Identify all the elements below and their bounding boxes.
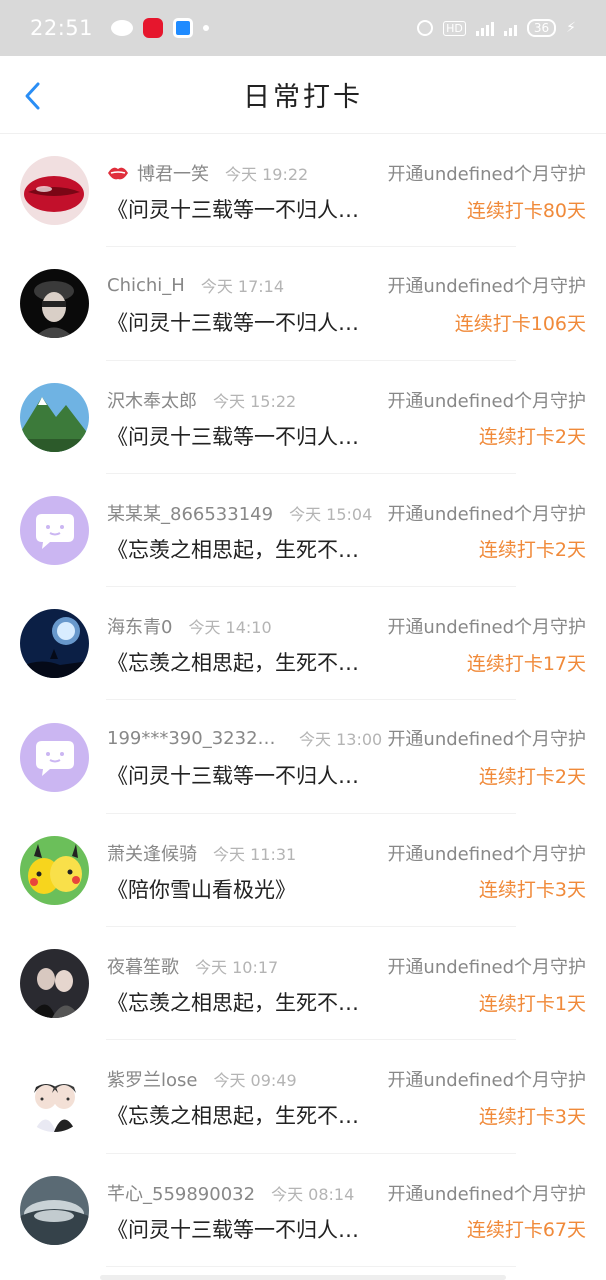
- list-item[interactable]: 沢木奉太郎 今天 15:22 开通undefined个月守护 《问灵十三载等一不…: [0, 361, 606, 475]
- streak-label: 连续打卡80天: [466, 199, 586, 222]
- checkin-list: 博君一笑 今天 19:22 开通undefined个月守护 《问灵十三载等一不归…: [0, 134, 606, 1268]
- streak-label: 连续打卡67天: [466, 1219, 586, 1242]
- book-title[interactable]: 《问灵十三载等一不归人…: [107, 194, 359, 224]
- default-avatar-icon: [20, 496, 89, 566]
- book-title[interactable]: 《忘羡之相思起，生死不…: [107, 534, 359, 564]
- guard-label: 开通undefined个月守护: [387, 725, 586, 752]
- list-item[interactable]: 博君一笑 今天 19:22 开通undefined个月守护 《问灵十三载等一不归…: [0, 134, 606, 248]
- guard-label: 开通undefined个月守护: [387, 386, 586, 413]
- streak-label: 连续打卡2天: [478, 765, 586, 788]
- checkin-time: 今天 11:31: [213, 844, 297, 864]
- book-title[interactable]: 《问灵十三载等一不归人…: [107, 421, 359, 451]
- book-title[interactable]: 《问灵十三载等一不归人…: [107, 307, 359, 337]
- more-dot-icon: [203, 25, 210, 31]
- guard-label: 开通undefined个月守护: [387, 499, 586, 526]
- avatar[interactable]: [20, 496, 89, 566]
- guard-label: 开通undefined个月守护: [387, 1179, 586, 1206]
- checkin-time: 今天 15:04: [289, 504, 373, 524]
- user-name[interactable]: 萧关逢候骑: [107, 840, 197, 866]
- guard-label: 开通undefined个月守护: [387, 160, 586, 186]
- user-name[interactable]: 沢木奉太郎: [107, 387, 197, 413]
- checkin-time: 今天 17:14: [200, 277, 285, 297]
- user-name[interactable]: 199***390_32329…: [107, 728, 283, 749]
- notification-icons: [111, 18, 210, 38]
- streak-label: 连续打卡3天: [478, 1105, 586, 1128]
- book-title[interactable]: 《忘羡之相思起，生死不…: [107, 987, 359, 1017]
- user-name[interactable]: Chichi_H: [107, 275, 185, 296]
- checkin-time: 今天 14:10: [188, 618, 272, 638]
- list-item[interactable]: Chichi_H 今天 17:14 开通undefined个月守护 《问灵十三载…: [0, 247, 606, 361]
- streak-label: 连续打卡106天: [454, 312, 586, 335]
- avatar[interactable]: [20, 722, 89, 792]
- avatar[interactable]: [20, 156, 89, 226]
- streak-label: 连续打卡2天: [478, 539, 586, 562]
- user-name[interactable]: 某某某_866533149: [107, 500, 273, 526]
- avatar[interactable]: [20, 269, 89, 339]
- checkin-time: 今天 15:22: [213, 391, 297, 411]
- lips-badge-icon: [108, 167, 128, 180]
- list-item[interactable]: 萧关逢候骑 今天 11:31 开通undefined个月守护 《陪你雪山看极光》…: [0, 814, 606, 928]
- guard-label: 开通undefined个月守护: [387, 1066, 586, 1093]
- checkin-time: 今天 19:22: [225, 165, 309, 184]
- system-icons: HD 36 ⚡: [417, 19, 576, 37]
- list-item[interactable]: 海东青0 今天 14:10 开通undefined个月守护 《忘羡之相思起，生死…: [0, 587, 606, 701]
- guard-label: 开通undefined个月守护: [387, 613, 586, 640]
- charging-icon: ⚡: [566, 20, 576, 36]
- user-name[interactable]: 紫罗兰lose: [107, 1066, 197, 1092]
- streak-label: 连续打卡2天: [478, 426, 586, 449]
- user-name[interactable]: 夜暮笙歌: [107, 953, 179, 979]
- checkin-time: 今天 13:00: [299, 730, 383, 750]
- wechat-icon: [111, 20, 134, 36]
- checkin-time: 今天 10:17: [195, 958, 279, 978]
- user-name[interactable]: 博君一笑: [137, 160, 209, 186]
- signal-2-icon: [503, 20, 517, 36]
- list-item[interactable]: 芊心_559890032 今天 08:14 开通undefined个月守护 《问…: [0, 1154, 606, 1268]
- streak-label: 连续打卡17天: [466, 652, 586, 675]
- guard-label: 开通undefined个月守护: [387, 272, 586, 299]
- chevron-left-icon: [25, 82, 40, 110]
- list-item[interactable]: 某某某_866533149 今天 15:04 开通undefined个月守护 《…: [0, 474, 606, 588]
- avatar[interactable]: [20, 1175, 89, 1245]
- avatar[interactable]: [20, 949, 89, 1019]
- book-title[interactable]: 《陪你雪山看极光》: [107, 874, 296, 904]
- book-title[interactable]: 《问灵十三载等一不归人…: [107, 760, 359, 790]
- back-button[interactable]: [16, 78, 52, 114]
- user-name[interactable]: 芊心_559890032: [107, 1180, 255, 1206]
- weibo-icon: [143, 18, 164, 38]
- guard-label: 开通undefined个月守护: [387, 953, 586, 980]
- avatar[interactable]: [20, 1062, 89, 1132]
- list-item[interactable]: 夜暮笙歌 今天 10:17 开通undefined个月守护 《忘羡之相思起，生死…: [0, 927, 606, 1041]
- book-title[interactable]: 《忘羡之相思起，生死不…: [107, 1100, 359, 1130]
- list-item[interactable]: 199***390_32329… 今天 13:00 开通undefined个月守…: [0, 700, 606, 815]
- book-title[interactable]: 《忘羡之相思起，生死不…: [107, 647, 359, 677]
- app-icon: [173, 18, 194, 38]
- page-title: 日常打卡: [243, 82, 363, 113]
- avatar[interactable]: [20, 609, 89, 679]
- battery-icon: 36: [526, 19, 557, 37]
- status-time: 22:51: [30, 16, 94, 40]
- book-title[interactable]: 《问灵十三载等一不归人…: [107, 1214, 359, 1244]
- user-name[interactable]: 海东青0: [107, 613, 172, 639]
- avatar[interactable]: [20, 382, 89, 452]
- checkin-time: 今天 08:14: [271, 1184, 355, 1204]
- default-avatar-icon: [20, 722, 89, 792]
- alarm-icon: [417, 20, 434, 36]
- streak-label: 连续打卡3天: [478, 879, 586, 902]
- header: 日常打卡: [0, 56, 606, 134]
- bottom-edge-indicator: [100, 1275, 506, 1280]
- list-item[interactable]: 紫罗兰lose 今天 09:49 开通undefined个月守护 《忘羡之相思起…: [0, 1040, 606, 1154]
- hd-badge: HD: [443, 20, 466, 36]
- signal-icon: [475, 20, 494, 36]
- guard-label: 开通undefined个月守护: [387, 839, 586, 866]
- status-bar: 22:51 HD 36 ⚡: [0, 0, 606, 56]
- checkin-time: 今天 09:49: [213, 1071, 297, 1091]
- avatar[interactable]: [20, 835, 89, 905]
- streak-label: 连续打卡1天: [478, 992, 586, 1015]
